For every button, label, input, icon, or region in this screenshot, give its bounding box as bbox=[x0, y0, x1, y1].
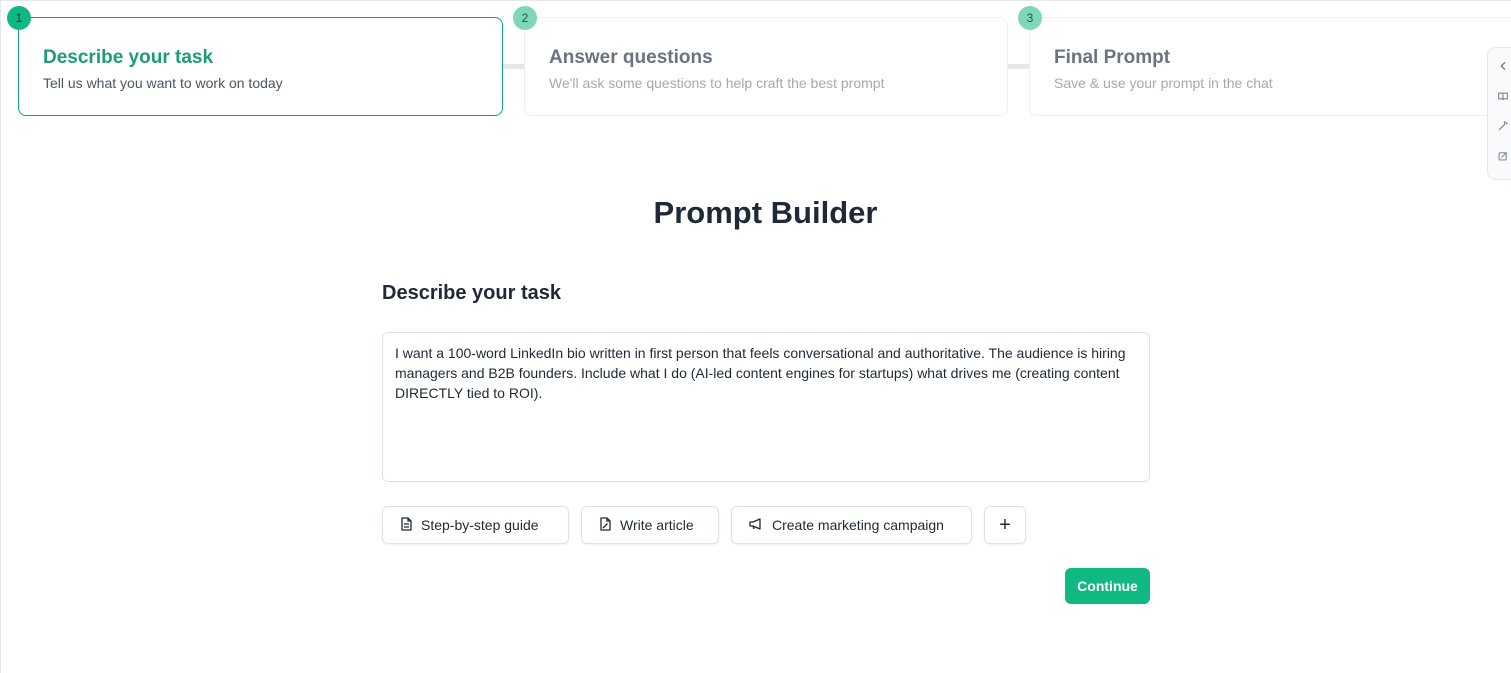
step-number-badge: 3 bbox=[1018, 6, 1042, 30]
edit-document-icon bbox=[598, 516, 612, 534]
chevron-left-icon[interactable] bbox=[1492, 58, 1508, 74]
step-describe-task[interactable]: Describe your task Tell us what you want… bbox=[18, 17, 503, 116]
step-title: Answer questions bbox=[549, 47, 713, 68]
step-answer-questions[interactable]: Answer questions We'll ask some question… bbox=[524, 17, 1008, 116]
template-step-by-step-guide-button[interactable]: Step-by-step guide bbox=[382, 506, 569, 544]
step-title: Describe your task bbox=[43, 47, 214, 68]
step-number-badge: 1 bbox=[7, 6, 31, 30]
section-label: Describe your task bbox=[382, 282, 561, 304]
step-connector bbox=[1007, 64, 1030, 69]
plus-icon: + bbox=[999, 514, 1011, 536]
step-title: Final Prompt bbox=[1054, 47, 1171, 68]
book-icon[interactable] bbox=[1492, 88, 1508, 104]
task-description-input[interactable] bbox=[382, 332, 1150, 482]
add-template-button[interactable]: + bbox=[984, 506, 1026, 544]
document-icon bbox=[399, 516, 413, 534]
magic-wand-icon[interactable] bbox=[1492, 118, 1508, 134]
step-number-badge: 2 bbox=[513, 6, 537, 30]
template-label: Write article bbox=[620, 517, 694, 533]
side-rail bbox=[1487, 47, 1511, 180]
stepper: Describe your task Tell us what you want… bbox=[1, 1, 1511, 131]
step-description: Save & use your prompt in the chat bbox=[1054, 75, 1273, 91]
megaphone-icon bbox=[748, 517, 764, 534]
edit-square-icon[interactable] bbox=[1492, 148, 1508, 164]
template-write-article-button[interactable]: Write article bbox=[581, 506, 719, 544]
template-create-marketing-campaign-button[interactable]: Create marketing campaign bbox=[731, 506, 972, 544]
continue-button[interactable]: Continue bbox=[1065, 568, 1150, 604]
step-description: Tell us what you want to work on today bbox=[43, 75, 283, 91]
template-label: Step-by-step guide bbox=[421, 517, 539, 533]
step-connector bbox=[502, 64, 525, 69]
step-description: We'll ask some questions to help craft t… bbox=[549, 75, 885, 91]
page-title: Prompt Builder bbox=[653, 195, 878, 230]
template-label: Create marketing campaign bbox=[772, 517, 944, 533]
step-final-prompt[interactable]: Final Prompt Save & use your prompt in t… bbox=[1029, 17, 1511, 116]
